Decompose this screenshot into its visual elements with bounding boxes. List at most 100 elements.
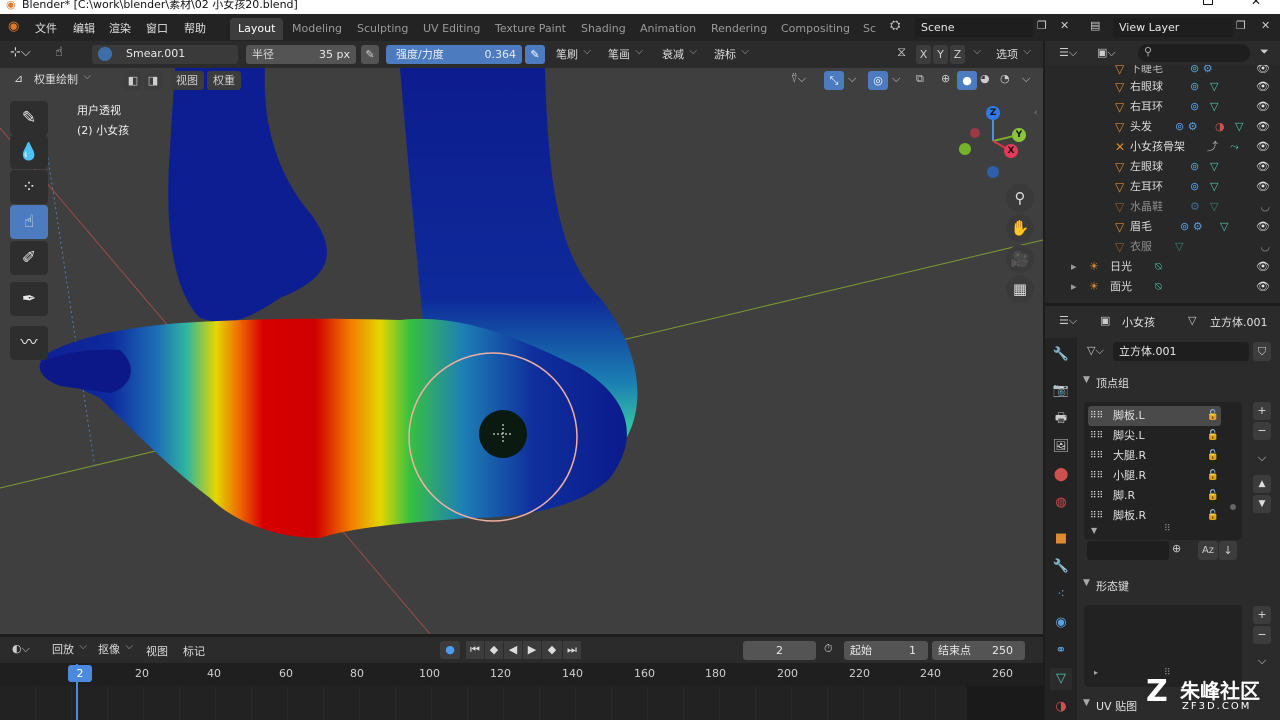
menu-edit[interactable]: 编辑 xyxy=(73,20,95,36)
scene-tab-icon[interactable]: ⬤ xyxy=(1050,464,1072,486)
visibility-eye-icon[interactable]: 👁 xyxy=(1256,137,1270,157)
delete-view-layer-icon[interactable]: ✕ xyxy=(1261,19,1270,32)
hidden-eye-icon[interactable]: ◡ xyxy=(1260,237,1270,257)
vertex-group-item[interactable]: ⠿⠿ 脚.R 🔓 xyxy=(1088,486,1221,506)
render-tab-icon[interactable]: 📷 xyxy=(1050,380,1072,402)
weights-menu[interactable]: 权重 xyxy=(207,71,241,90)
view-object-types-icon[interactable]: ⍢⌵ xyxy=(791,72,806,86)
play-reverse-icon[interactable]: ◀ xyxy=(504,641,522,659)
tab-shading[interactable]: Shading xyxy=(573,18,634,40)
strength-pressure-icon[interactable]: ✎ xyxy=(525,45,545,64)
vertex-group-filter-input[interactable] xyxy=(1087,541,1169,560)
average-tool-icon[interactable]: ⁘ xyxy=(10,170,48,204)
add-shape-key-button[interactable]: + xyxy=(1253,606,1271,624)
gizmo-dropdown-icon[interactable]: ⌵ xyxy=(848,72,856,86)
vertex-group-item[interactable]: ⠿⠿ 脚板.R 🔓 xyxy=(1088,506,1221,526)
mirror-z-button[interactable]: Z xyxy=(950,45,965,64)
outliner-item[interactable]: ▽ 头发 ⊚ ⚙ ◑ ▽ 👁 xyxy=(1045,117,1280,137)
new-scene-icon[interactable]: ❐ xyxy=(1037,19,1047,32)
mesh-name-field[interactable]: 立方体.001 xyxy=(1113,342,1249,361)
collapse-arrow-icon[interactable]: ▼ xyxy=(1083,578,1090,588)
jump-start-icon[interactable]: ⏮ xyxy=(466,641,484,659)
wireframe-shading-icon[interactable]: ⊕ xyxy=(941,72,950,85)
solid-shading-icon[interactable]: ● xyxy=(957,71,977,90)
add-vertex-group-button[interactable]: + xyxy=(1253,402,1271,420)
fake-user-shield-icon[interactable]: ⛉ xyxy=(1253,342,1271,361)
perspective-toggle-icon[interactable]: ▦ xyxy=(1006,275,1034,303)
tab-modeling[interactable]: Modeling xyxy=(284,18,350,40)
smear-brush-icon[interactable]: ☝ xyxy=(55,45,63,60)
draw-tool-icon[interactable]: ✎ xyxy=(10,101,48,135)
radius-pressure-icon[interactable]: ✎ xyxy=(361,45,379,64)
maximize-icon[interactable] xyxy=(1203,0,1213,5)
pan-hand-icon[interactable]: ✋ xyxy=(1006,214,1034,242)
mesh-datablock-selector[interactable]: ▽⌵ 立方体.001 ⛉ xyxy=(1085,342,1271,362)
gizmo-x-axis[interactable]: X xyxy=(1004,144,1018,158)
view-menu[interactable]: 视图 xyxy=(170,71,204,90)
sample-weight-tool-icon[interactable]: ✒ xyxy=(10,282,48,316)
lock-icon[interactable]: 🔓 xyxy=(1207,406,1219,426)
object-tab-icon[interactable]: ■ xyxy=(1050,528,1072,550)
brush-selector[interactable]: Smear.001 xyxy=(92,45,238,64)
tab-rendering[interactable]: Rendering xyxy=(703,18,775,40)
move-up-button[interactable]: ▲ xyxy=(1253,475,1271,493)
scene-icon[interactable]: ⛭ xyxy=(890,18,900,33)
mirror-y-button[interactable]: Y xyxy=(933,45,948,64)
lock-icon[interactable]: 🔓 xyxy=(1207,486,1219,506)
uv-maps-title[interactable]: UV 贴图 xyxy=(1096,698,1137,714)
visibility-eye-icon[interactable]: 👁 xyxy=(1256,97,1270,117)
visibility-eye-icon[interactable]: 👁 xyxy=(1256,117,1270,137)
list-scrollbar[interactable] xyxy=(1230,504,1236,510)
mirror-x-button[interactable]: X xyxy=(916,45,931,64)
expand-icon[interactable]: ▸ xyxy=(1071,277,1077,297)
current-frame-field[interactable]: 2 xyxy=(743,641,816,660)
visibility-eye-icon[interactable]: 👁 xyxy=(1256,217,1270,237)
prev-keyframe-icon[interactable]: ◆ xyxy=(485,641,503,659)
outliner-item[interactable]: ▽ 水晶鞋 ⚙ ▽ ◡ xyxy=(1045,197,1280,217)
tab-sculpting[interactable]: Sculpting xyxy=(349,18,416,40)
blur-tool-icon[interactable]: 💧 xyxy=(10,135,48,169)
visibility-eye-icon[interactable]: 👁 xyxy=(1256,77,1270,97)
remove-shape-key-button[interactable]: − xyxy=(1253,626,1271,644)
outliner-item[interactable]: ▽ 眉毛 ⊚ ⚙ ▽ 👁 xyxy=(1045,217,1280,237)
end-frame-field[interactable]: 结束点 250 xyxy=(932,641,1025,660)
xray-toggle-icon[interactable]: ⧉ xyxy=(916,72,924,86)
navigation-gizmo[interactable]: Z Y X xyxy=(955,106,1030,181)
remove-vertex-group-button[interactable]: − xyxy=(1253,422,1271,440)
gizmo-toggle-icon[interactable]: ⤡ xyxy=(824,71,844,90)
outliner-item[interactable]: ▽ 衣服 ▽ ◡ xyxy=(1045,237,1280,257)
visibility-eye-icon[interactable]: 👁 xyxy=(1256,277,1270,297)
next-keyframe-icon[interactable]: ◆ xyxy=(542,641,562,659)
outliner-item[interactable]: ▽ 右眼球 ⊚ ▽ 👁 xyxy=(1045,77,1280,97)
keying-menu[interactable]: 抠像 xyxy=(94,637,134,659)
menu-file[interactable]: 文件 xyxy=(35,20,57,36)
tab-texture-paint[interactable]: Texture Paint xyxy=(487,18,574,40)
mirror-options-dropdown[interactable] xyxy=(966,42,982,64)
rendered-shading-icon[interactable]: ◔ xyxy=(1000,72,1010,85)
editor-type-icon[interactable]: ◐⌵ xyxy=(12,642,30,656)
material-tab-icon[interactable]: ◑ xyxy=(1050,696,1072,718)
view-layer-tab-icon[interactable]: 🖼 xyxy=(1050,436,1072,458)
shape-keys-title[interactable]: 形态键 xyxy=(1096,578,1129,594)
preview-range-clock-icon[interactable]: ⏱ xyxy=(824,642,833,656)
sort-reverse-icon[interactable]: ↓ xyxy=(1219,541,1237,560)
zoom-icon[interactable]: ⚲ xyxy=(1006,184,1034,212)
close-icon[interactable]: ✕ xyxy=(1251,0,1261,7)
scene-field[interactable]: Scene xyxy=(915,18,1033,37)
collapse-arrow-icon[interactable]: ▼ xyxy=(1083,375,1090,385)
visibility-eye-icon[interactable]: 👁 xyxy=(1256,177,1270,197)
new-view-layer-icon[interactable]: ❐ xyxy=(1236,19,1246,32)
visibility-eye-icon[interactable]: 👁 xyxy=(1256,65,1270,75)
display-mode-icon[interactable]: ▣⌵ xyxy=(1097,46,1116,60)
material-preview-icon[interactable]: ◕ xyxy=(980,72,990,85)
collapse-arrow-icon[interactable]: ▼ xyxy=(1083,698,1090,708)
strength-field[interactable]: 强度/力度 0.364 xyxy=(386,45,522,64)
mask-icon[interactable]: ◧ xyxy=(124,71,142,90)
vertex-mask-icon[interactable]: ◨ xyxy=(144,71,162,90)
playback-menu[interactable]: 回放 xyxy=(48,637,88,659)
modifier-tab-icon[interactable]: 🔧 xyxy=(1050,556,1072,578)
stroke-menu[interactable]: 笔画 xyxy=(604,42,644,64)
gradient-tool-icon[interactable]: ✐ xyxy=(10,241,48,275)
shape-key-specials-icon[interactable]: ⌵ xyxy=(1253,652,1271,670)
outliner-item[interactable]: ✕ 小女孩骨架 ⤴ ⤳ 👁 xyxy=(1045,137,1280,157)
